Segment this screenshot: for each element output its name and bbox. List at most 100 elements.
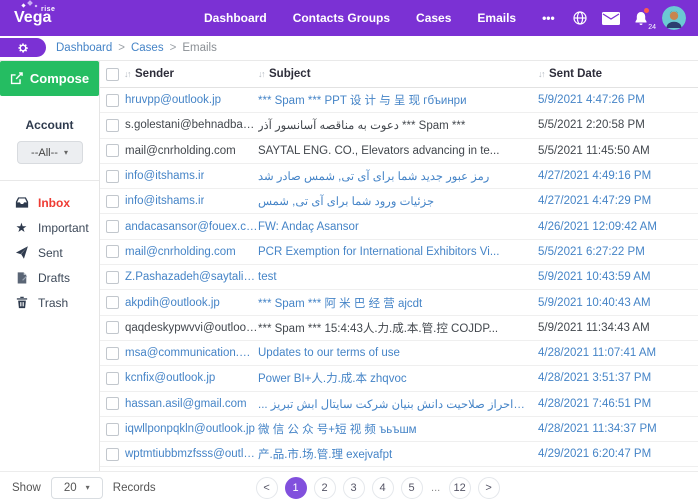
email-row[interactable]: info@itshams.ir رمز عبور جدید شما برای آ…	[100, 164, 698, 190]
email-row[interactable]: s.golestani@behnadbana.ir دعوت به مناقصه…	[100, 113, 698, 139]
email-sender[interactable]: info@itshams.ir	[125, 170, 204, 182]
email-sender[interactable]: andacasansor@fouex.com	[125, 221, 258, 233]
email-subject[interactable]: دعوت به مناقصه آسانسور آذر *** Spam ***	[258, 118, 538, 132]
settings-gear-button[interactable]	[0, 38, 46, 57]
email-sender[interactable]: iqwllponpqkln@outlook.jp	[125, 423, 255, 435]
row-checkbox[interactable]	[106, 422, 119, 436]
row-checkbox[interactable]	[106, 447, 119, 461]
email-subject[interactable]: رمز عبور جدید شما برای آی تی, شمس صادر ش…	[258, 169, 538, 183]
breadcrumb-cases[interactable]: Cases	[131, 42, 164, 54]
email-sender[interactable]: Z.Pashazadeh@saytalish.com	[125, 271, 258, 283]
pagination-page-3[interactable]: 3	[342, 476, 365, 499]
compose-button[interactable]: Compose	[0, 61, 99, 96]
account-select[interactable]: --All-- ▾	[16, 141, 83, 164]
bell-icon[interactable]: 24	[634, 7, 656, 31]
email-sender[interactable]: kcnfix@outlook.jp	[125, 372, 215, 384]
email-sender[interactable]: akpdih@outlook.jp	[125, 297, 220, 309]
email-subject[interactable]: PCR Exemption for International Exhibito…	[258, 246, 538, 258]
row-checkbox[interactable]	[106, 220, 119, 234]
email-subject[interactable]: FW: Andaç Asansor	[258, 221, 538, 233]
row-checkbox[interactable]	[106, 194, 119, 208]
row-checkbox[interactable]	[106, 169, 119, 183]
sidebar-item-drafts[interactable]: Drafts	[0, 265, 99, 290]
nav-contacts-groups[interactable]: Contacts Groups	[293, 11, 390, 25]
email-sender[interactable]: hruvpp@outlook.jp	[125, 94, 221, 106]
row-checkbox[interactable]	[106, 321, 119, 335]
email-row[interactable]: mail@95.id.3 高效仓储管理与工厂内物料配送 4/29/2021 11…	[100, 467, 698, 471]
email-sender[interactable]: qaqdeskypwvvi@outlook.jp	[125, 322, 258, 334]
pagination-page-4[interactable]: 4	[371, 476, 394, 499]
email-sender[interactable]: wptmtiubbmzfsss@outlook.jp	[125, 448, 258, 460]
email-subject[interactable]: 产.品.市.场.管.理 exejvafpt	[258, 446, 538, 462]
pagination-page-12[interactable]: 12	[448, 476, 471, 499]
email-sender[interactable]: mail@cnrholding.com	[125, 145, 236, 157]
email-row[interactable]: wptmtiubbmzfsss@outlook.jp 产.品.市.场.管.理 e…	[100, 442, 698, 468]
pagination-page-5[interactable]: 5	[400, 476, 423, 499]
row-checkbox[interactable]	[106, 296, 119, 310]
email-row[interactable]: hassan.asil@gmail.com ... ارزیابی, احراز…	[100, 392, 698, 417]
breadcrumb-dashboard[interactable]: Dashboard	[56, 42, 112, 54]
sidebar-item-trash[interactable]: Trash	[0, 290, 99, 315]
email-row[interactable]: msa@communication.micros... Updates to o…	[100, 341, 698, 367]
vega-logo[interactable]: rise Vega	[14, 0, 84, 27]
globe-icon[interactable]	[572, 10, 588, 26]
select-all-checkbox[interactable]	[106, 67, 119, 81]
email-sender[interactable]: s.golestani@behnadbana.ir	[125, 119, 258, 131]
email-subject[interactable]: ... ارزیابی, احراز صلاحیت دانش بنیان شرک…	[258, 397, 538, 411]
row-checkbox[interactable]	[106, 371, 119, 385]
email-row[interactable]: Z.Pashazadeh@saytalish.com test 5/9/2021…	[100, 265, 698, 291]
row-checkbox[interactable]	[106, 245, 119, 259]
email-sender[interactable]: msa@communication.micros...	[125, 347, 258, 359]
sort-icon[interactable]: ↓↑	[538, 69, 546, 79]
email-subject[interactable]: *** Spam *** 15:4:43人.力.成.本.管.控 COJDP...	[258, 320, 538, 336]
row-checkbox[interactable]	[106, 270, 119, 284]
column-header-sender[interactable]: ↓↑ Sender	[100, 67, 258, 81]
email-row[interactable]: kcnfix@outlook.jp Power BI+人.力.成.本 zhqvo…	[100, 366, 698, 392]
email-row[interactable]: akpdih@outlook.jp *** Spam *** 阿 米 巴 经 营…	[100, 290, 698, 316]
email-subject[interactable]: *** Spam *** 阿 米 巴 经 营 ajcdt	[258, 295, 538, 311]
email-row[interactable]: andacasansor@fouex.com FW: Andaç Asansor…	[100, 214, 698, 240]
email-row[interactable]: mail@cnrholding.com PCR Exemption for In…	[100, 240, 698, 266]
email-sender[interactable]: info@itshams.ir	[125, 195, 204, 207]
email-row[interactable]: hruvpp@outlook.jp *** Spam *** PPT 设 计 与…	[100, 88, 698, 114]
email-sender[interactable]: hassan.asil@gmail.com	[125, 398, 247, 410]
email-row[interactable]: qaqdeskypwvvi@outlook.jp *** Spam *** 15…	[100, 316, 698, 341]
email-list-panel: ↓↑ Sender ↓↑ Subject ↓↑ Sent Date hruvpp…	[100, 61, 698, 471]
nav-emails[interactable]: Emails	[477, 11, 516, 25]
email-subject[interactable]: 微 信 公 众 号+短 视 频 ъьъшм	[258, 421, 538, 437]
content-area: Compose Account --All-- ▾ Inbox ★ Import…	[0, 61, 698, 471]
email-row[interactable]: iqwllponpqkln@outlook.jp 微 信 公 众 号+短 视 频…	[100, 417, 698, 443]
email-subject[interactable]: Power BI+人.力.成.本 zhqvoc	[258, 370, 538, 386]
nav-cases[interactable]: Cases	[416, 11, 451, 25]
row-checkbox[interactable]	[106, 118, 119, 132]
user-avatar[interactable]	[662, 6, 686, 30]
sidebar-item-important[interactable]: ★ Important	[0, 215, 99, 240]
email-subject[interactable]: SAYTAL ENG. CO., Elevators advancing in …	[258, 145, 538, 157]
row-checkbox[interactable]	[106, 346, 119, 360]
pagination-page-1[interactable]: 1	[284, 476, 307, 499]
page-size-select[interactable]: 20 ▾	[50, 476, 103, 499]
logo-star-icon	[34, 4, 38, 8]
row-checkbox[interactable]	[106, 397, 119, 411]
sort-icon[interactable]: ↓↑	[124, 69, 132, 79]
email-subject[interactable]: جزئیات ورود شما برای آی تی, شمس	[258, 194, 538, 208]
row-checkbox[interactable]	[106, 93, 119, 107]
sort-icon[interactable]: ↓↑	[258, 69, 266, 79]
column-header-sent-date[interactable]: ↓↑ Sent Date	[538, 68, 698, 80]
sidebar-item-inbox[interactable]: Inbox	[0, 190, 99, 215]
pagination-page-2[interactable]: 2	[313, 476, 336, 499]
nav-dashboard[interactable]: Dashboard	[204, 11, 267, 25]
email-row[interactable]: info@itshams.ir جزئیات ورود شما برای آی …	[100, 189, 698, 215]
email-subject[interactable]: test	[258, 271, 538, 283]
email-subject[interactable]: *** Spam *** PPT 设 计 与 呈 现 гбъинри	[258, 92, 538, 108]
column-header-subject[interactable]: ↓↑ Subject	[258, 68, 538, 80]
pagination-prev[interactable]: <	[255, 476, 278, 499]
row-checkbox[interactable]	[106, 144, 119, 158]
mail-icon[interactable]	[602, 11, 620, 25]
email-subject[interactable]: Updates to our terms of use	[258, 347, 538, 359]
sidebar-item-sent[interactable]: Sent	[0, 240, 99, 265]
pagination-next[interactable]: >	[477, 476, 500, 499]
email-row[interactable]: mail@cnrholding.com SAYTAL ENG. CO., Ele…	[100, 139, 698, 164]
email-sender[interactable]: mail@cnrholding.com	[125, 246, 236, 258]
nav-more-menu[interactable]: •••	[542, 11, 555, 25]
